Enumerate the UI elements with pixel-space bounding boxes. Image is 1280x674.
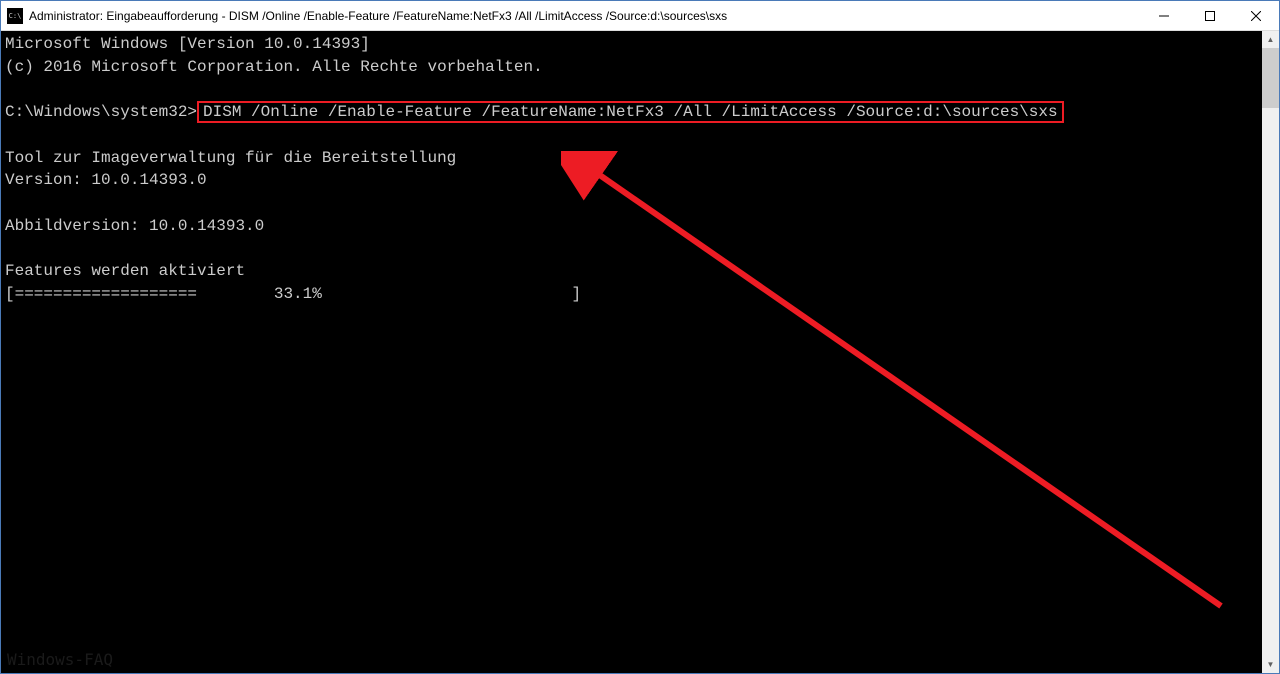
command-prompt-window: Administrator: Eingabeaufforderung - DIS… <box>0 0 1280 674</box>
prompt: C:\Windows\system32> <box>5 103 197 121</box>
scroll-thumb[interactable] <box>1262 48 1279 108</box>
watermark: Windows-FAQ <box>7 650 113 669</box>
maximize-button[interactable] <box>1187 1 1233 30</box>
tool-name: Tool zur Imageverwaltung für die Bereits… <box>5 149 456 167</box>
window-controls <box>1141 1 1279 30</box>
console-output: Microsoft Windows [Version 10.0.14393] (… <box>1 31 1262 308</box>
vertical-scrollbar[interactable]: ▲ ▼ <box>1262 31 1279 673</box>
scroll-down-button[interactable]: ▼ <box>1262 656 1279 673</box>
close-button[interactable] <box>1233 1 1279 30</box>
image-version: Abbildversion: 10.0.14393.0 <box>5 217 264 235</box>
window-title: Administrator: Eingabeaufforderung - DIS… <box>29 9 1141 23</box>
command-highlighted: DISM /Online /Enable-Feature /FeatureNam… <box>197 101 1064 123</box>
features-activating: Features werden aktiviert <box>5 262 245 280</box>
progress-bar: [=================== 33.1% ] <box>5 285 591 303</box>
tool-version: Version: 10.0.14393.0 <box>5 171 207 189</box>
version-line: Microsoft Windows [Version 10.0.14393] <box>5 35 370 53</box>
scroll-up-button[interactable]: ▲ <box>1262 31 1279 48</box>
titlebar[interactable]: Administrator: Eingabeaufforderung - DIS… <box>1 1 1279 31</box>
minimize-button[interactable] <box>1141 1 1187 30</box>
cmd-icon <box>7 8 23 24</box>
console-area[interactable]: Microsoft Windows [Version 10.0.14393] (… <box>1 31 1279 673</box>
copyright-line: (c) 2016 Microsoft Corporation. Alle Rec… <box>5 58 543 76</box>
